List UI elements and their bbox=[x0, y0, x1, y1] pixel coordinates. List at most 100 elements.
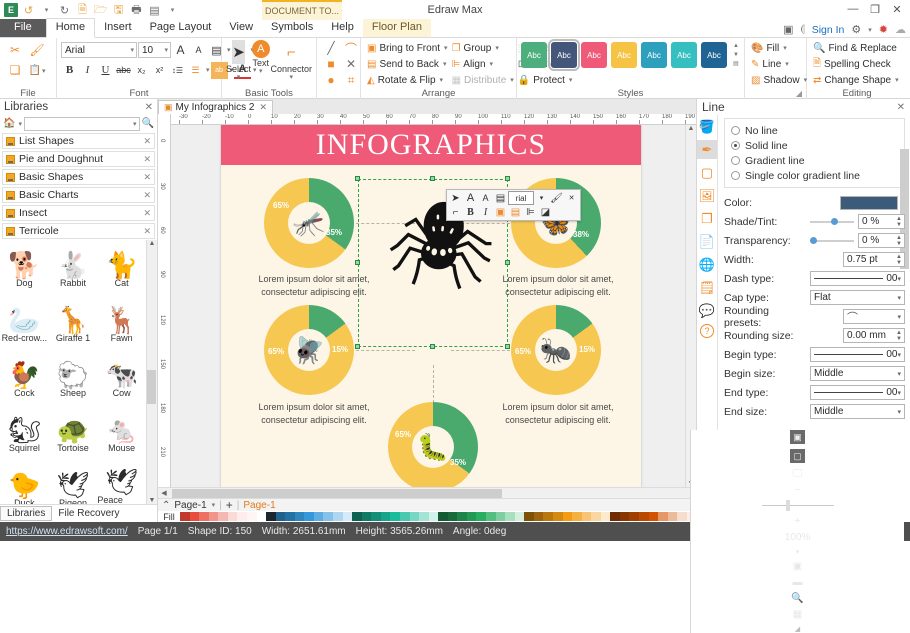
style-swatch-pink[interactable]: Abc bbox=[581, 42, 607, 68]
fill-color-swatch[interactable] bbox=[543, 512, 553, 521]
font-size-caret-icon[interactable]: ▾ bbox=[164, 46, 168, 54]
canvas-horizontal-scrollbar[interactable]: ◀ bbox=[158, 487, 696, 498]
spinner-arrows[interactable]: ▲▼ bbox=[896, 254, 902, 266]
rail-picture-icon[interactable]: 🖼 bbox=[697, 186, 717, 205]
shape-scroll-thumb[interactable] bbox=[147, 370, 156, 404]
cut-icon[interactable]: ✂ bbox=[10, 43, 20, 57]
line-color-swatch[interactable] bbox=[840, 196, 898, 210]
fill-color-swatch[interactable] bbox=[553, 512, 563, 521]
fill-color-swatch[interactable] bbox=[400, 512, 410, 521]
horizontal-ruler-track[interactable]: -30-20-100102030405060708090100110120130… bbox=[171, 114, 696, 124]
style-swatch-green[interactable]: Abc bbox=[521, 42, 547, 68]
fill-color-swatch[interactable] bbox=[629, 512, 639, 521]
rail-document-icon[interactable]: 📄 bbox=[697, 232, 717, 251]
style-gallery-more-icon[interactable]: ▤ bbox=[733, 60, 739, 68]
plugin-icon[interactable]: ✹ bbox=[879, 23, 888, 36]
page-nav-collapse-icon[interactable]: ⌃ bbox=[162, 500, 170, 511]
style-scroll-up-icon[interactable]: ▲ bbox=[733, 42, 739, 50]
title-actions[interactable]: ▣ ⦇ Sign In ⚙ ▾ ✹ ☁ bbox=[783, 23, 906, 36]
radio-solid-line[interactable]: Solid line bbox=[731, 138, 898, 153]
end-type-caret-icon[interactable]: ▾ bbox=[897, 389, 901, 397]
ellipse-shape-icon[interactable]: ● bbox=[327, 73, 334, 87]
shape-item[interactable]: 🐁Mouse bbox=[97, 407, 146, 462]
shape-item[interactable]: 🕊Peace Dove bbox=[97, 462, 146, 504]
fill-color-swatch[interactable] bbox=[199, 512, 209, 521]
fill-color-swatch[interactable] bbox=[257, 512, 267, 521]
group-caret-icon[interactable]: ▾ bbox=[495, 44, 499, 52]
fill-color-swatch[interactable] bbox=[209, 512, 219, 521]
zoom-out-button[interactable]: – bbox=[795, 484, 801, 495]
library-close-icon[interactable]: ✕ bbox=[143, 136, 151, 147]
donut-mosquito[interactable]: 🦟 65% 35% bbox=[264, 178, 354, 268]
share-icon[interactable]: ⦇ bbox=[801, 23, 805, 36]
change-shape-button[interactable]: ⇄Change Shape▾ bbox=[811, 72, 901, 88]
zoom-in-button[interactable]: + bbox=[795, 516, 801, 527]
home-caret-icon[interactable]: ▾ bbox=[18, 120, 22, 128]
format-painter-icon[interactable]: 🖌 bbox=[29, 43, 44, 57]
print-icon[interactable]: 🖶 bbox=[129, 3, 144, 18]
library-search-caret-icon[interactable]: ▾ bbox=[133, 120, 137, 128]
italic-button[interactable]: I bbox=[79, 62, 96, 79]
shape-item[interactable]: 🐓Cock bbox=[0, 352, 49, 407]
rail-line-icon[interactable]: ✒ bbox=[697, 140, 717, 159]
add-page-button[interactable]: + bbox=[226, 498, 233, 512]
line-type-radio-group[interactable]: No line Solid line Gradient line Single … bbox=[724, 118, 905, 188]
paste-caret-icon[interactable]: ▾ bbox=[42, 68, 46, 75]
fill-caret-icon[interactable]: ▾ bbox=[783, 44, 787, 52]
resize-grip-icon[interactable]: ◢ bbox=[795, 625, 800, 633]
footer-tab-libraries[interactable]: Libraries bbox=[0, 506, 52, 521]
fill-color-swatches[interactable] bbox=[180, 512, 696, 521]
resize-handle-se[interactable] bbox=[505, 344, 510, 349]
fill-color-swatch[interactable] bbox=[314, 512, 324, 521]
bring-to-front-caret-icon[interactable]: ▾ bbox=[444, 44, 448, 52]
fill-color-swatch[interactable] bbox=[448, 512, 458, 521]
rotate-flip-caret-icon[interactable]: ▾ bbox=[440, 76, 444, 84]
settings-gear-icon[interactable]: ⚙ bbox=[851, 23, 861, 36]
zoom-slider[interactable] bbox=[762, 500, 834, 511]
fill-color-swatch[interactable] bbox=[591, 512, 601, 521]
libraries-close-icon[interactable]: ✕ bbox=[145, 102, 153, 113]
resize-handle-s[interactable] bbox=[430, 344, 435, 349]
canvas[interactable]: INFOGRAPHICS bbox=[171, 125, 685, 487]
mt-close-icon[interactable]: ✕ bbox=[564, 191, 579, 205]
strikethrough-button[interactable]: abc bbox=[115, 62, 132, 79]
fill-color-swatch[interactable] bbox=[639, 512, 649, 521]
zoom-caret-icon[interactable]: ▾ bbox=[796, 548, 800, 556]
home-icon[interactable]: 🏠 bbox=[3, 118, 15, 129]
donut-ant[interactable]: 🐜 65% 15% bbox=[511, 305, 601, 395]
fill-color-swatch[interactable] bbox=[582, 512, 592, 521]
rail-layer-icon[interactable]: ❐ bbox=[697, 209, 717, 228]
sign-in-link[interactable]: Sign In bbox=[812, 24, 845, 36]
fill-color-swatch[interactable] bbox=[601, 512, 611, 521]
library-close-icon[interactable]: ✕ bbox=[143, 172, 151, 183]
fill-color-swatch[interactable] bbox=[323, 512, 333, 521]
shape-item[interactable]: 🐕Dog bbox=[0, 242, 49, 297]
end-size-combo[interactable]: Middle▾ bbox=[810, 404, 905, 419]
spinner-arrows[interactable]: ▲▼ bbox=[896, 216, 902, 228]
more-commands-icon[interactable]: ▤ bbox=[147, 3, 162, 18]
style-swatch-cyan[interactable]: Abc bbox=[671, 42, 697, 68]
mt-italic-icon[interactable]: I bbox=[478, 205, 493, 219]
begin-size-caret-icon[interactable]: ▾ bbox=[897, 370, 901, 378]
fill-color-swatch[interactable] bbox=[276, 512, 286, 521]
zoom-level[interactable]: 100% bbox=[785, 532, 811, 543]
shape-item[interactable]: 🦌Fawn bbox=[97, 297, 146, 352]
font-name-caret-icon[interactable]: ▾ bbox=[130, 46, 134, 54]
page-tab-page-1[interactable]: Page-1 bbox=[243, 500, 275, 511]
tab-page-layout[interactable]: Page Layout bbox=[141, 19, 221, 37]
fill-button[interactable]: 🎨Fill▾ bbox=[749, 40, 809, 56]
style-swatch-navy[interactable]: Abc bbox=[551, 42, 577, 68]
fill-color-swatch[interactable] bbox=[524, 512, 534, 521]
fill-color-swatch[interactable] bbox=[438, 512, 448, 521]
fill-color-swatch[interactable] bbox=[515, 512, 525, 521]
fill-color-swatch[interactable] bbox=[457, 512, 467, 521]
arc-shape-icon[interactable]: ⌒ bbox=[345, 40, 357, 57]
redo-icon[interactable]: ↻ bbox=[57, 3, 72, 18]
style-swatch-teal[interactable]: Abc bbox=[641, 42, 667, 68]
group-button[interactable]: ❐Group▾ bbox=[450, 40, 516, 56]
library-list-shapes[interactable]: List Shapes✕ bbox=[2, 133, 155, 149]
fill-color-swatch[interactable] bbox=[295, 512, 305, 521]
tab-file[interactable]: File bbox=[0, 19, 46, 37]
end-type-combo[interactable]: 00▾ bbox=[810, 385, 905, 400]
quick-access-toolbar[interactable]: E ↺ ▾ ↻ 🗎 🗁 🖫 🖶 ▤ ▾ bbox=[0, 3, 180, 18]
